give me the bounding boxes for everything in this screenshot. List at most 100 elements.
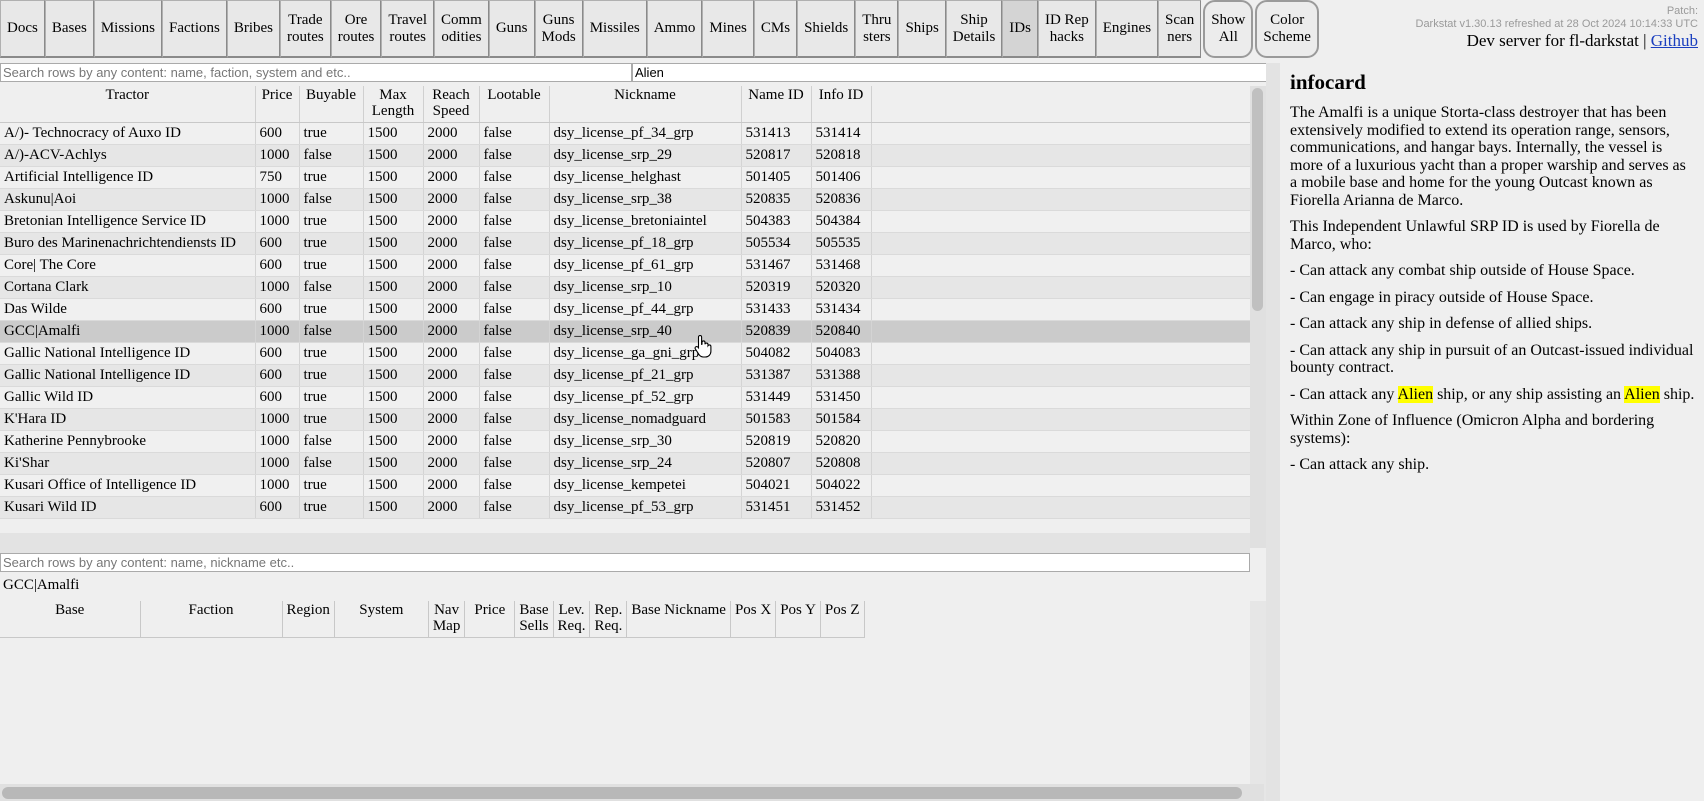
table-row[interactable]: Artificial Intelligence ID 750 true 1500 200… [0, 166, 1250, 189]
nav-thrusters-button[interactable]: Thru sters [855, 0, 899, 58]
table-row[interactable]: K'Hara ID 1000 true 1500 2000 false dsy_licens… [0, 408, 1250, 431]
column-header[interactable]: Rep. Req. [589, 601, 628, 638]
nav-commodities-button[interactable]: Comm odities [434, 0, 489, 58]
nav-scanners-button[interactable]: Scan ners [1158, 0, 1202, 58]
table-row[interactable]: Kusari Office of Intelligence ID 1000 true… [0, 474, 1250, 497]
column-header[interactable]: Reach Speed [423, 86, 480, 123]
text-segment: ship. [1659, 385, 1695, 403]
table-horizontal-scroll-area[interactable] [0, 533, 1250, 555]
nav-shields-button[interactable]: Shields [797, 0, 856, 58]
column-header[interactable]: Info ID [811, 86, 872, 123]
nav-ids-button[interactable]: IDs [1002, 0, 1038, 58]
table-row[interactable]: Gallic National Intelligence ID 600 true 15… [0, 364, 1250, 387]
column-header[interactable]: Faction [140, 601, 283, 638]
column-header[interactable]: Nickname [549, 86, 742, 123]
pane-divider[interactable] [1266, 63, 1280, 801]
table-row[interactable]: A/)- Technocracy of Auxo ID 600 true 1500 20… [0, 122, 1250, 145]
nav-ore-routes-button[interactable]: Ore routes [330, 0, 382, 58]
bottom-horizontal-scrollbar[interactable] [0, 784, 1264, 801]
nav-color-scheme-button[interactable]: Color Scheme [1255, 0, 1319, 58]
column-header[interactable]: System [334, 601, 429, 638]
column-header[interactable]: Pos Z [820, 601, 865, 638]
header-info: Patch: Darkstat v1.30.13 refreshed at 28… [1338, 5, 1699, 51]
bottom-search-input[interactable] [0, 553, 1250, 572]
table-row[interactable]: A/)-ACV-Achlys 1000 false 1500 2000 false dsy_… [0, 144, 1250, 167]
nav-guns-button[interactable]: Guns [488, 0, 535, 58]
table-row[interactable]: Gallic Wild ID 600 true 1500 2000 false dsy_li… [0, 386, 1250, 409]
column-header[interactable]: Pos Y [775, 601, 821, 638]
nav-bases-button[interactable]: Bases [44, 0, 94, 58]
version-text: Darkstat v1.30.13 refreshed at 28 Oct 20… [1415, 18, 1699, 30]
table-cell: 600 [255, 298, 300, 321]
column-header[interactable]: Price [464, 601, 516, 638]
table-cell: 2000 [423, 188, 480, 211]
column-header[interactable]: Region [282, 601, 335, 638]
column-header[interactable]: Price [255, 86, 300, 123]
column-header[interactable]: Pos X [730, 601, 777, 638]
column-header[interactable]: Lootable [479, 86, 550, 123]
column-header[interactable]: Nav Map [428, 601, 466, 638]
table-row[interactable]: Das Wilde 600 true 1500 2000 false dsy_license… [0, 298, 1250, 321]
table-cell: true [299, 210, 364, 233]
table-cell: false [479, 452, 550, 475]
nav-id-rep-hacks-button[interactable]: ID Rep hacks [1037, 0, 1096, 58]
nav-ships-button[interactable]: Ships [898, 0, 946, 58]
column-header[interactable] [871, 86, 1250, 123]
top-nav: Docs Bases Missions Factions Bribes Trade rou… [0, 0, 1340, 60]
table-vertical-scrollbar[interactable] [1250, 86, 1266, 548]
search-input[interactable] [0, 63, 632, 82]
table-row[interactable]: Askunu|Aoi 1000 false 1500 2000 false dsy_lice… [0, 188, 1250, 211]
column-header[interactable]: Base Nickname [626, 601, 731, 638]
table-cell: 520836 [811, 188, 872, 211]
infocard-filter-input[interactable] [632, 63, 1268, 82]
table-row[interactable]: Gallic National Intelligence ID 600 true 15… [0, 342, 1250, 365]
column-header[interactable]: Buyable [299, 86, 364, 123]
table-row[interactable]: Cortana Clark 1000 false 1500 2000 false dsy_l… [0, 276, 1250, 299]
table-row[interactable]: Buro des Marinenachrichtendiensts ID 600 t… [0, 232, 1250, 255]
column-header[interactable]: Name ID [741, 86, 812, 123]
nav-ammo-button[interactable]: Ammo [646, 0, 703, 58]
github-link[interactable]: Github [1651, 31, 1698, 50]
nav-bribes-button[interactable]: Bribes [226, 0, 281, 58]
table-cell: 600 [255, 342, 300, 365]
table-row[interactable]: GCC|Amalfi 1000 false 1500 2000 false dsy_lice… [0, 320, 1250, 343]
nav-trade-routes-button[interactable]: Trade routes [280, 0, 331, 58]
nav-docs-button[interactable]: Docs [0, 0, 45, 58]
patch-label: Patch: [1666, 5, 1698, 17]
column-header[interactable]: Max Length [363, 86, 424, 123]
table-cell-filler [871, 386, 1250, 409]
table-cell: false [299, 144, 364, 167]
table-cell-filler [871, 298, 1250, 321]
scrollbar-thumb[interactable] [2, 787, 1242, 799]
nav-mines-button[interactable]: Mines [702, 0, 754, 58]
table-cell: true [299, 298, 364, 321]
table-row[interactable]: Core| The Core 600 true 1500 2000 false dsy_li… [0, 254, 1250, 277]
nav-show-all-button[interactable]: Show All [1203, 0, 1254, 58]
table-cell: false [479, 144, 550, 167]
table-cell: 520320 [811, 276, 872, 299]
nav-guns-mods-button[interactable]: Guns Mods [534, 0, 583, 58]
table-cell: false [479, 474, 550, 497]
table-cell: true [299, 496, 364, 519]
column-header[interactable]: Tractor [0, 86, 256, 123]
table-cell: 1500 [363, 254, 424, 277]
column-header[interactable]: Lev. Req. [553, 601, 591, 638]
table-cell: true [299, 364, 364, 387]
table-cell: 1500 [363, 144, 424, 167]
nav-ship-details-button[interactable]: Ship Details [945, 0, 1003, 58]
table-row[interactable]: Kusari Wild ID 600 true 1500 2000 false dsy_li… [0, 496, 1250, 519]
nav-missiles-button[interactable]: Missiles [582, 0, 647, 58]
nav-factions-button[interactable]: Factions [162, 0, 227, 58]
table-row[interactable]: Ki'Shar 1000 false 1500 2000 false dsy_license… [0, 452, 1250, 475]
scrollbar-thumb[interactable] [1252, 88, 1263, 311]
table-row[interactable]: Katherine Pennybrooke 1000 false 1500 2000 fa… [0, 430, 1250, 453]
nav-missions-button[interactable]: Missions [93, 0, 163, 58]
nav-engines-button[interactable]: Engines [1095, 0, 1159, 58]
table-cell: Artificial Intelligence ID [0, 166, 256, 189]
column-header[interactable]: Base [0, 601, 141, 638]
nav-travel-routes-button[interactable]: Travel routes [381, 0, 434, 58]
nav-cms-button[interactable]: CMs [753, 0, 798, 58]
column-header[interactable]: Base Sells [514, 601, 554, 638]
table-cell: 2000 [423, 210, 480, 233]
table-row[interactable]: Bretonian Intelligence Service ID 1000 tru… [0, 210, 1250, 233]
